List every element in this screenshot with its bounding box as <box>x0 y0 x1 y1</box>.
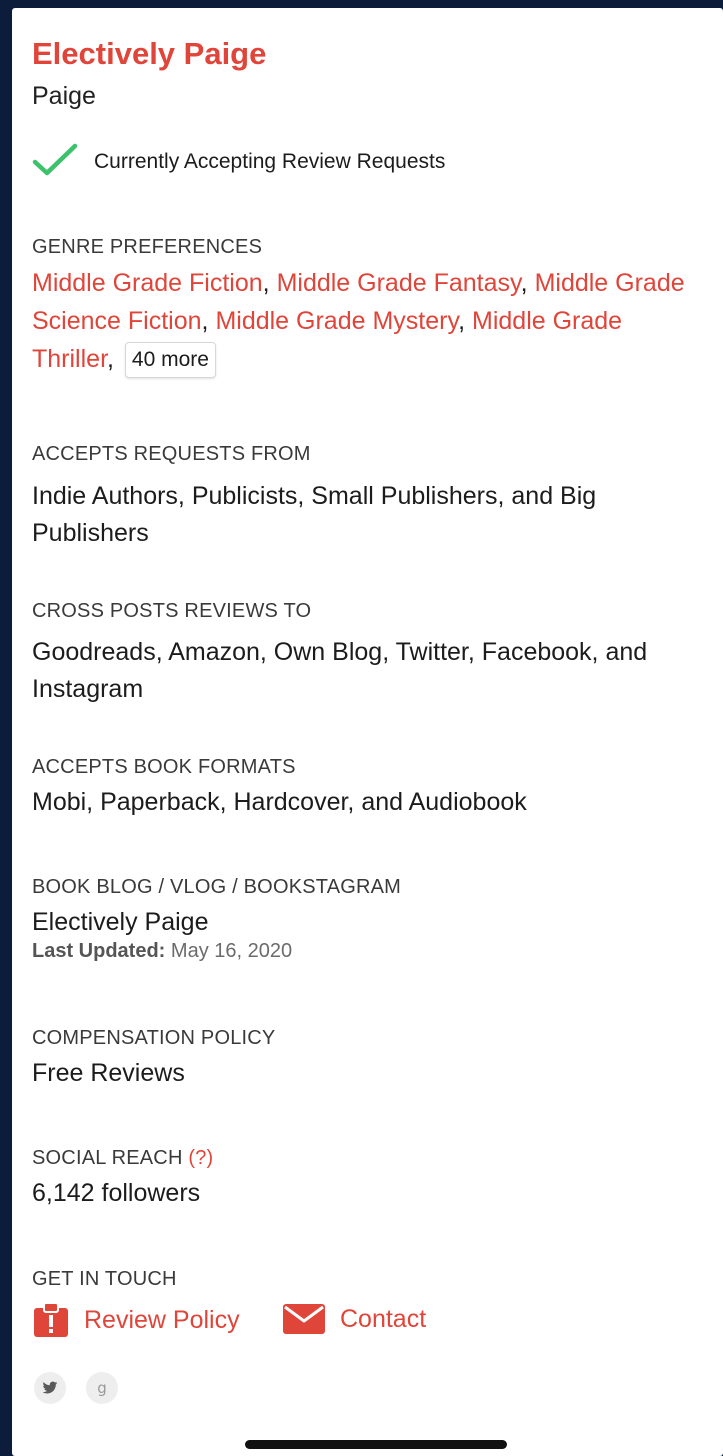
last-updated: Last Updated: May 16, 2020 <box>32 940 292 963</box>
book-blog-label: BOOK BLOG / VLOG / BOOKSTAGRAM <box>32 876 402 898</box>
accepting-status-text: Currently Accepting Review Requests <box>94 150 446 173</box>
last-updated-label: Last Updated: <box>32 940 166 962</box>
clipboard-alert-icon <box>34 1302 68 1337</box>
accepts-requests-label: ACCEPTS REQUESTS FROM <box>32 443 311 465</box>
twitter-bird-icon <box>42 1381 58 1394</box>
reviewer-name: Paige <box>32 82 96 110</box>
social-reach-value: 6,142 followers <box>32 1179 201 1207</box>
home-indicator <box>245 1440 507 1449</box>
book-formats-label: ACCEPTS BOOK FORMATS <box>32 756 296 778</box>
check-icon <box>32 143 78 176</box>
cross-posts-value: Goodreads, Amazon, Own Blog, Twitter, Fa… <box>32 638 648 703</box>
genre-link[interactable]: Middle Grade Mystery <box>215 307 458 335</box>
review-policy-button[interactable]: Review Policy <box>32 1302 240 1338</box>
book-formats-value: Mobi, Paperback, Hardcover, and Audioboo… <box>32 788 527 816</box>
genre-link[interactable]: Middle Grade Fiction <box>32 269 263 297</box>
genre-preferences-label: GENRE PREFERENCES <box>32 236 263 258</box>
blog-link[interactable]: Electively Paige <box>32 904 208 941</box>
contact-button[interactable]: Contact <box>282 1302 426 1336</box>
envelope-icon <box>283 1304 325 1334</box>
reviewer-profile-card: Electively Paige Paige Currently Accepti… <box>12 8 723 1456</box>
genre-list: Middle Grade Fiction, Middle Grade Fanta… <box>32 264 692 379</box>
genre-link[interactable]: Middle Grade Fantasy <box>277 269 521 297</box>
more-genres-button[interactable]: 40 more <box>124 342 216 379</box>
accepts-requests-value: Indie Authors, Publicists, Small Publish… <box>32 482 597 547</box>
social-reach-heading: SOCIAL REACH (?) <box>32 1147 213 1170</box>
get-in-touch-label: GET IN TOUCH <box>32 1268 177 1290</box>
last-updated-date: May 16, 2020 <box>170 940 293 962</box>
goodreads-icon[interactable]: g <box>86 1372 118 1404</box>
compensation-policy-label: COMPENSATION POLICY <box>32 1027 276 1049</box>
review-policy-label: Review Policy <box>84 1305 240 1334</box>
blog-name-title[interactable]: Electively Paige <box>32 36 266 72</box>
social-reach-help-link[interactable]: (?) <box>188 1147 213 1169</box>
compensation-policy-value: Free Reviews <box>32 1059 185 1087</box>
twitter-icon[interactable] <box>34 1372 66 1404</box>
contact-label: Contact <box>340 1304 427 1333</box>
social-reach-label: SOCIAL REACH <box>32 1147 183 1169</box>
cross-posts-label: CROSS POSTS REVIEWS TO <box>32 600 312 622</box>
